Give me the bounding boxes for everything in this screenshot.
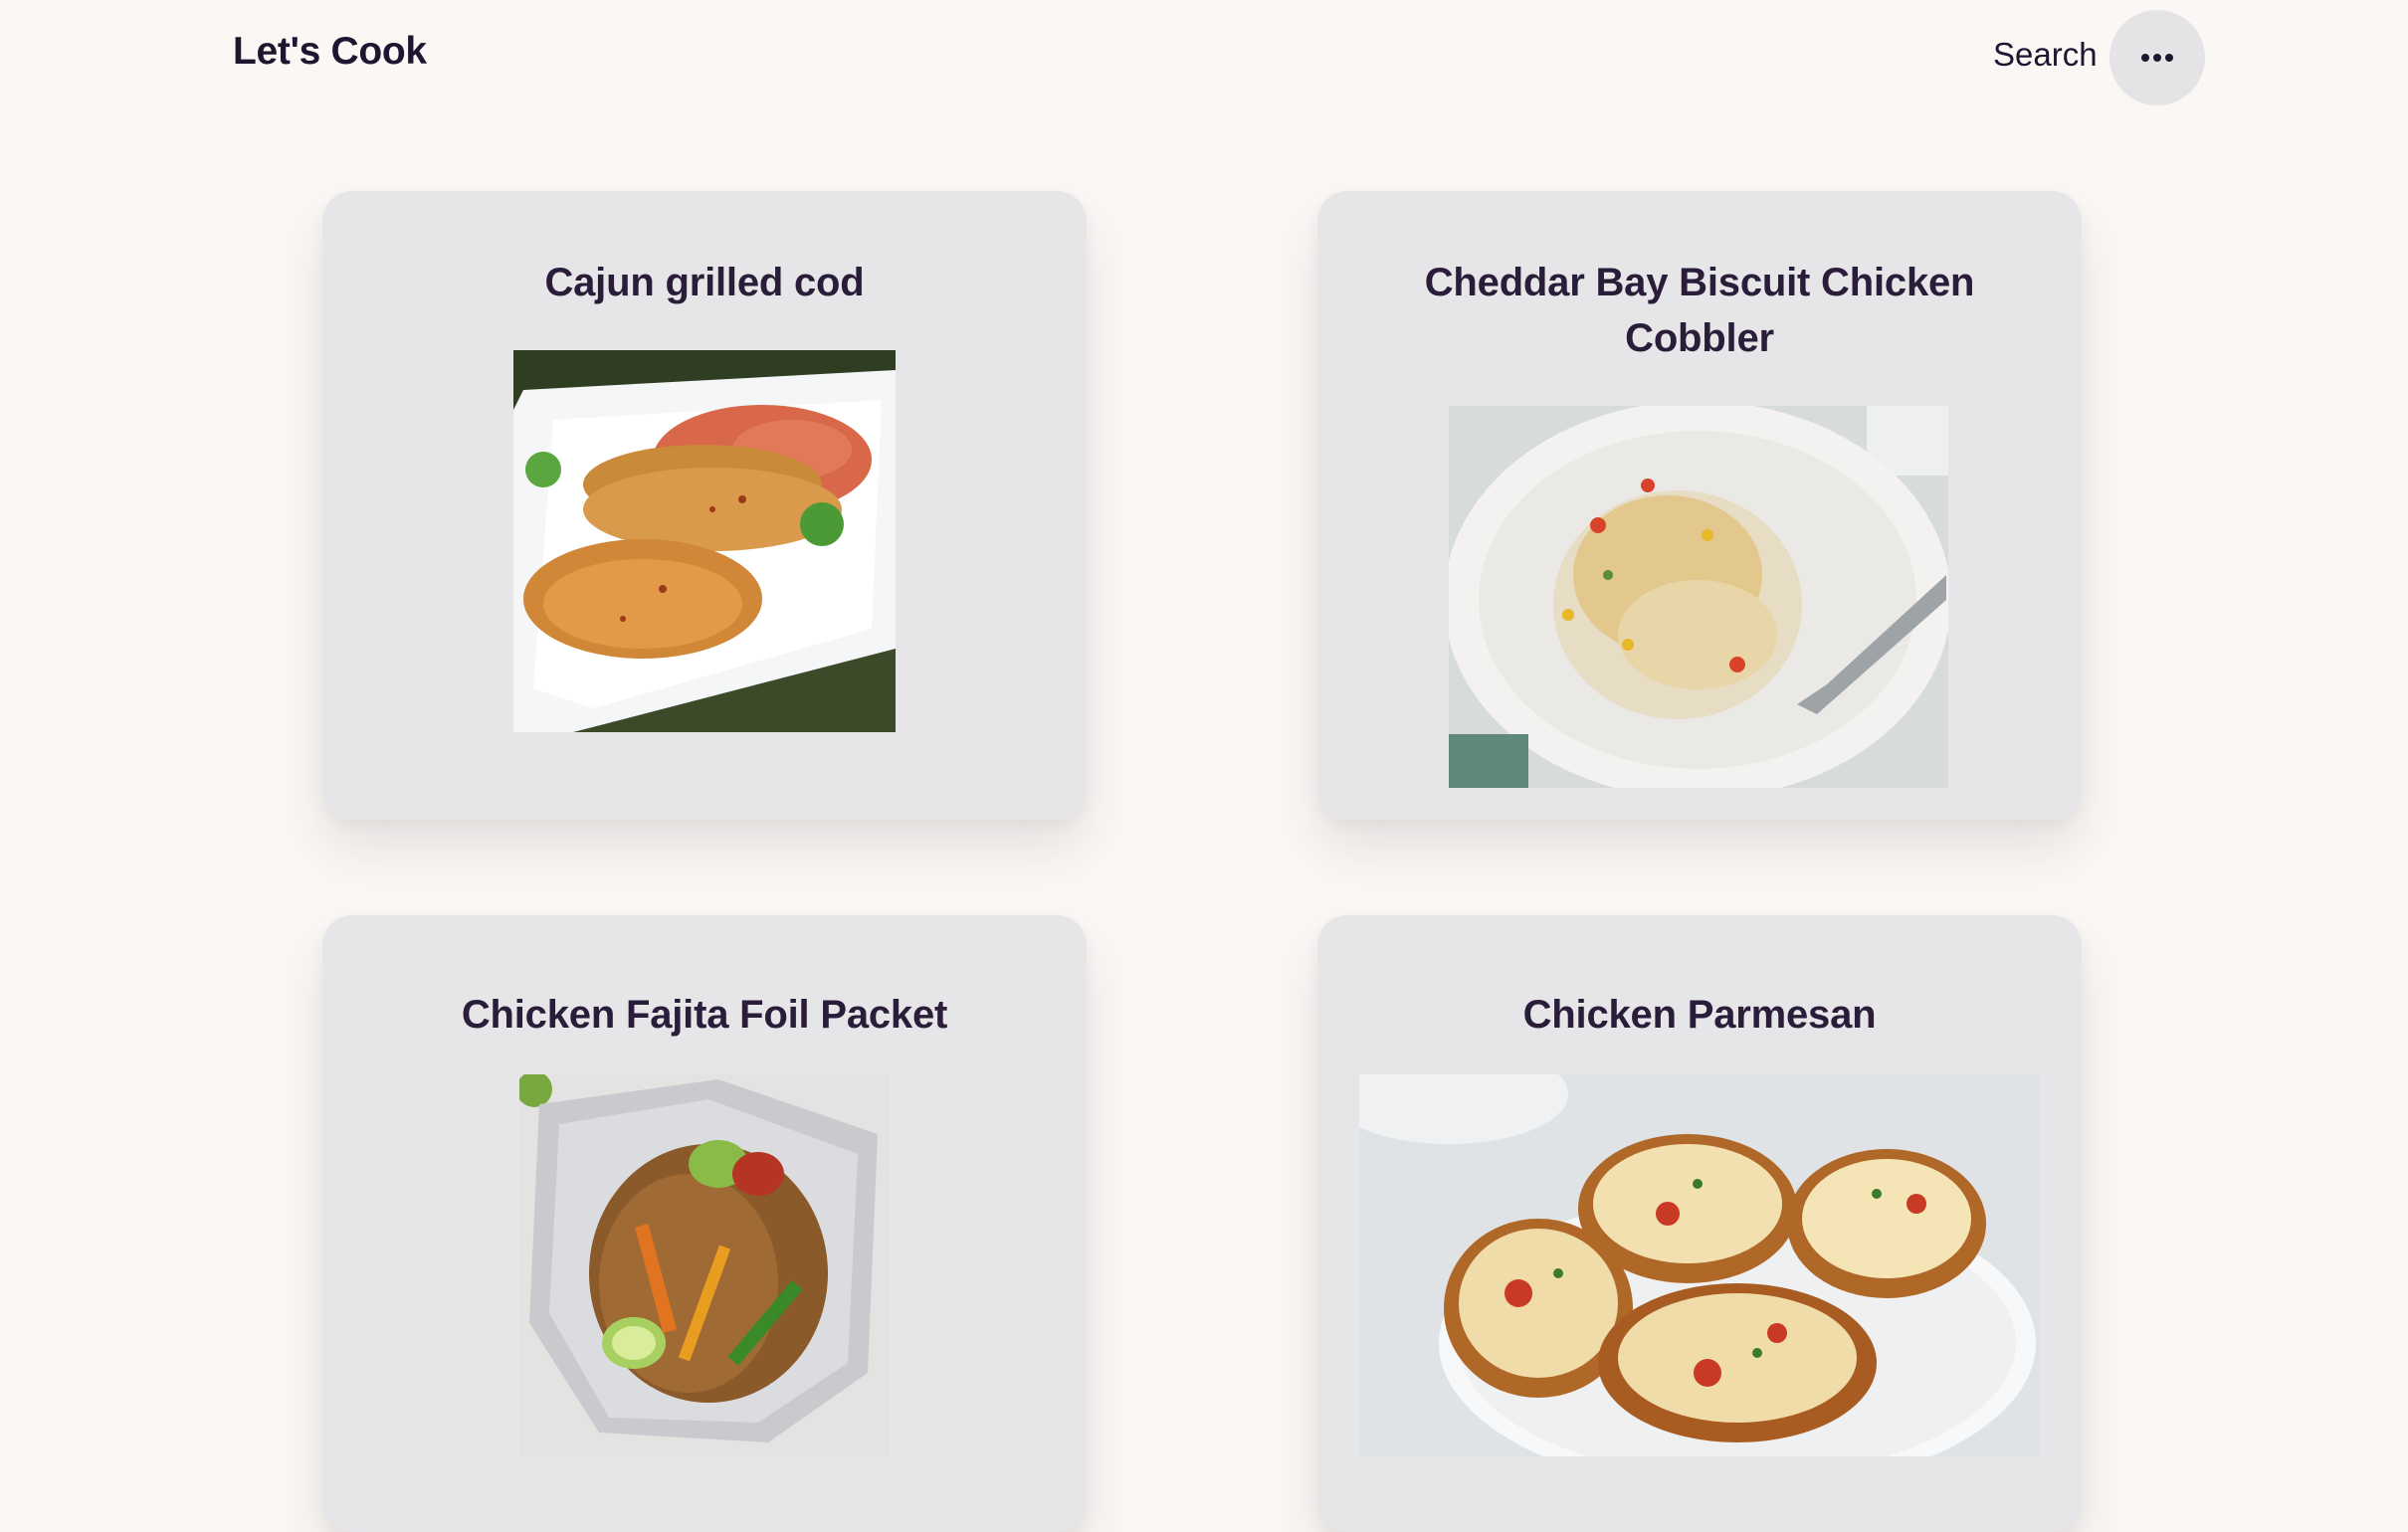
recipe-title: Chicken Fajita Foil Packet [461,993,948,1037]
recipe-card[interactable]: Cheddar Bay Biscuit Chicken Cobbler [1317,191,2082,820]
more-menu-button[interactable] [2109,10,2205,105]
recipe-image [1449,406,1948,788]
recipe-title: Cajun grilled cod [544,261,865,304]
recipe-card[interactable]: Chicken Parmesan [1317,915,2082,1532]
recipe-card[interactable]: Chicken Fajita Foil Packet [322,915,1087,1532]
search-link[interactable]: Search [1993,36,2098,74]
recipe-image [519,1074,890,1456]
more-horizontal-icon [2141,54,2173,62]
site-logo-link[interactable]: Let's Cook [233,30,427,74]
recipe-card[interactable]: Cajun grilled cod [322,191,1087,820]
recipe-image [1359,1074,2040,1456]
top-nav: Let's Cook Search [0,0,2408,113]
recipe-title: Cheddar Bay Biscuit Chicken Cobbler [1424,261,1975,360]
recipe-image [513,350,896,732]
recipe-title: Chicken Parmesan [1522,993,1877,1037]
